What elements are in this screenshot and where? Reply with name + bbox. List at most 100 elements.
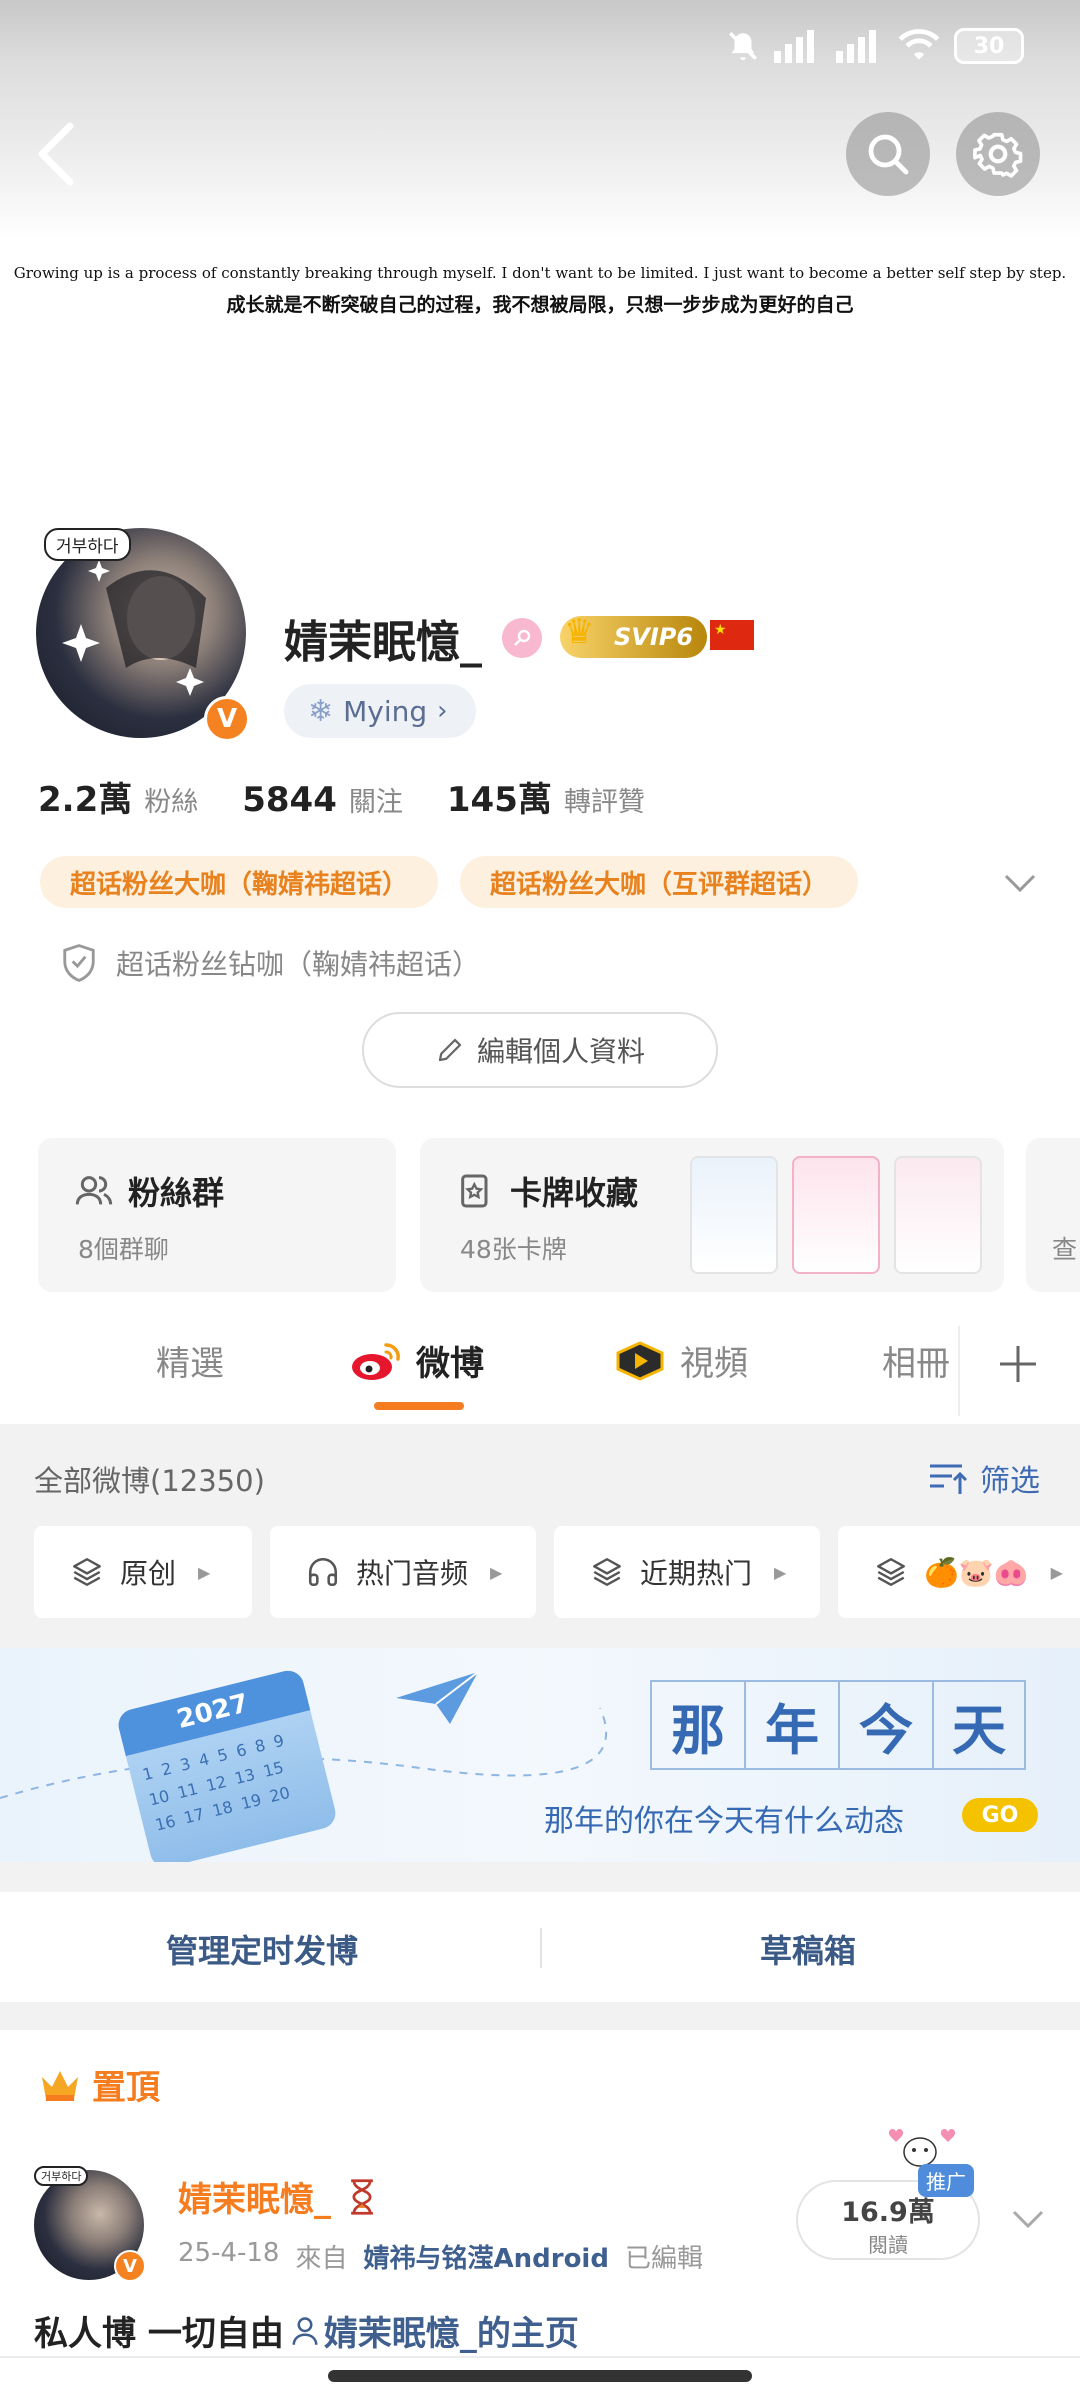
tab-label: 視頻 bbox=[680, 1344, 748, 1384]
mying-button[interactable]: ❄ Mying › bbox=[284, 684, 476, 738]
stat-label: 粉絲 bbox=[144, 787, 199, 818]
tab-divider bbox=[958, 1326, 960, 1416]
on-this-day-title: 那 年 今 天 bbox=[650, 1680, 1026, 1770]
edit-profile-button[interactable]: 編輯個人資料 bbox=[362, 1012, 718, 1088]
female-badge[interactable] bbox=[502, 618, 542, 658]
svip-badge[interactable]: ♛ SVIP6 bbox=[560, 612, 708, 658]
on-this-day-banner[interactable]: 2027 1 2 3 4 5 6 8 9 10 11 12 13 15 16 1… bbox=[0, 1648, 1080, 1862]
filter-button[interactable]: 筛选 bbox=[928, 1456, 1040, 1500]
status-icons: 30 bbox=[726, 28, 1024, 64]
on-this-day-subtitle: 那年的你在今天有什么动态 bbox=[544, 1804, 904, 1839]
snowflake-icon: ❄ bbox=[308, 693, 334, 729]
stat-interactions[interactable]: 145萬 轉評贊 bbox=[447, 772, 645, 821]
card-title: 卡牌收藏 bbox=[456, 1168, 638, 1214]
mying-label: Mying bbox=[343, 694, 428, 728]
category-chips: 原创 ▶ 热门音频 ▶ 近期热门 ▶ 🍊🐷🐽 ▶ bbox=[34, 1526, 1080, 1618]
scheduled-posts-button[interactable]: 管理定时发博 bbox=[166, 1926, 358, 1972]
layers-icon bbox=[877, 1558, 905, 1586]
layers-icon bbox=[593, 1558, 621, 1586]
verified-v-badge: V bbox=[204, 696, 250, 742]
card-star-icon bbox=[461, 1174, 488, 1208]
chip-emoji[interactable]: 🍊🐷🐽 ▶ bbox=[838, 1526, 1080, 1618]
manage-bar: 管理定时发博 草稿箱 bbox=[0, 1892, 1080, 2002]
video-play-icon bbox=[616, 1340, 664, 1381]
title-char: 今 bbox=[838, 1680, 932, 1770]
all-posts-count: 全部微博(12350) bbox=[34, 1464, 265, 1498]
card-thumbnail bbox=[792, 1156, 880, 1274]
chip-label: 原创 bbox=[120, 1557, 177, 1590]
title-char: 天 bbox=[932, 1680, 1026, 1770]
pinned-label-row: 置頂 bbox=[38, 2060, 160, 2109]
stat-number: 2.2萬 bbox=[38, 780, 133, 820]
post-author-name[interactable]: 婧茉眠憶_ bbox=[178, 2172, 379, 2221]
mute-bell-icon bbox=[728, 31, 758, 61]
active-tab-indicator bbox=[374, 1402, 464, 1410]
avatar-sticker-label: 거부하다 bbox=[44, 528, 131, 561]
status-bar: 30 bbox=[0, 0, 1080, 100]
fans-group-card[interactable]: 粉絲群 8個群聊 bbox=[38, 1138, 396, 1292]
fans-group-sub: 8個群聊 bbox=[78, 1235, 169, 1264]
back-button[interactable] bbox=[30, 118, 82, 190]
search-button[interactable] bbox=[846, 112, 930, 196]
post-date: 25-4-18 bbox=[178, 2238, 280, 2268]
profile-avatar[interactable]: 거부하다 V bbox=[36, 528, 254, 746]
post-source[interactable]: 婧祎与铭滢Android bbox=[364, 2238, 609, 2275]
tab-label: 微博 bbox=[416, 1344, 484, 1384]
super-topic-diamond-row[interactable]: 超话粉丝钻咖（鞠婧祎超话） bbox=[60, 942, 480, 984]
tab-video[interactable]: 視頻 bbox=[612, 1336, 748, 1385]
pinned-post[interactable]: 置頂 거부하다 V 婧茉眠憶_ 25-4-18 來自 婧祎与铭滢Android … bbox=[0, 2030, 1080, 2400]
chip-label: 近期热门 bbox=[640, 1557, 753, 1590]
card-collection-card[interactable]: 卡牌收藏 48张卡牌 bbox=[420, 1138, 1004, 1292]
chip-recent-hot[interactable]: 近期热门 ▶ bbox=[554, 1526, 820, 1618]
paper-plane-icon bbox=[396, 1671, 479, 1724]
card-title: 粉絲群 bbox=[74, 1168, 224, 1214]
profile-tabs: 精選 微博 視頻 相冊 bbox=[0, 1306, 1080, 1424]
post-more-button[interactable] bbox=[1010, 2204, 1046, 2234]
chip-hot-audio[interactable]: 热门音频 ▶ bbox=[270, 1526, 536, 1618]
drafts-button[interactable]: 草稿箱 bbox=[760, 1926, 856, 1972]
promote-tag[interactable]: 推广 bbox=[918, 2164, 974, 2197]
tab-featured[interactable]: 精選 bbox=[156, 1336, 224, 1385]
post-divider bbox=[0, 2356, 1080, 2358]
stat-followers[interactable]: 2.2萬 粉絲 bbox=[38, 772, 198, 821]
super-topic-tag[interactable]: 超话粉丝大咖（互评群超话） bbox=[460, 856, 859, 908]
next-card-partial[interactable]: 查 bbox=[1026, 1138, 1080, 1292]
verified-v-badge: V bbox=[114, 2250, 146, 2282]
stat-number: 5844 bbox=[242, 780, 337, 820]
post-author-avatar[interactable]: 거부하다 V bbox=[34, 2166, 146, 2282]
card-collection-sub: 48张卡牌 bbox=[460, 1235, 567, 1264]
tab-label: 相冊 bbox=[882, 1344, 950, 1384]
stat-label: 轉評贊 bbox=[563, 787, 645, 818]
edit-profile-label: 編輯個人資料 bbox=[476, 1035, 645, 1068]
chip-original[interactable]: 原创 ▶ bbox=[34, 1526, 252, 1618]
stat-following[interactable]: 5844 關注 bbox=[242, 780, 403, 820]
super-topic-tag[interactable]: 超话粉丝大咖（鞠婧祎超话） bbox=[40, 856, 439, 908]
expand-tags-button[interactable] bbox=[1002, 868, 1038, 898]
filter-label: 筛选 bbox=[980, 1464, 1040, 1499]
tab-label: 精選 bbox=[156, 1344, 224, 1384]
profile-link[interactable]: 婧茉眠憶_的主页 bbox=[290, 2306, 579, 2355]
crown-icon: ♛ bbox=[564, 612, 595, 652]
go-button[interactable]: GO bbox=[962, 1798, 1038, 1832]
plus-icon bbox=[1000, 1346, 1036, 1382]
caret-right-icon: ▶ bbox=[1050, 1562, 1063, 1582]
profile-link-text: 婧茉眠憶_的主页 bbox=[323, 2314, 579, 2354]
add-tab-button[interactable] bbox=[990, 1336, 1046, 1392]
title-char: 那 bbox=[650, 1680, 744, 1770]
manage-divider bbox=[540, 1928, 542, 1968]
tab-album[interactable]: 相冊 bbox=[882, 1336, 950, 1385]
settings-button[interactable] bbox=[956, 112, 1040, 196]
banner-quote-chinese: 成长就是不断突破自己的过程，我不想被局限，只想一步步成为更好的自己 bbox=[226, 294, 854, 316]
profile-username: 婧茉眠憶_ bbox=[284, 617, 482, 668]
card-thumbnail bbox=[894, 1156, 982, 1274]
signal-icon-2 bbox=[836, 30, 876, 63]
pencil-icon bbox=[438, 1038, 462, 1062]
tab-weibo[interactable]: 微博 bbox=[348, 1336, 484, 1385]
chevron-right-icon: › bbox=[437, 696, 448, 726]
banner-quote-english: Growing up is a process of constantly br… bbox=[13, 264, 1067, 282]
post-meta: 25-4-18 來自 婧祎与铭滢Android 已編輯 bbox=[178, 2238, 703, 2275]
caret-right-icon: ▶ bbox=[774, 1562, 787, 1582]
post-body: 私人博 一切自由 婧茉眠憶_的主页 bbox=[34, 2306, 579, 2355]
home-indicator[interactable] bbox=[328, 2370, 752, 2382]
card-thumbnail bbox=[690, 1156, 778, 1274]
